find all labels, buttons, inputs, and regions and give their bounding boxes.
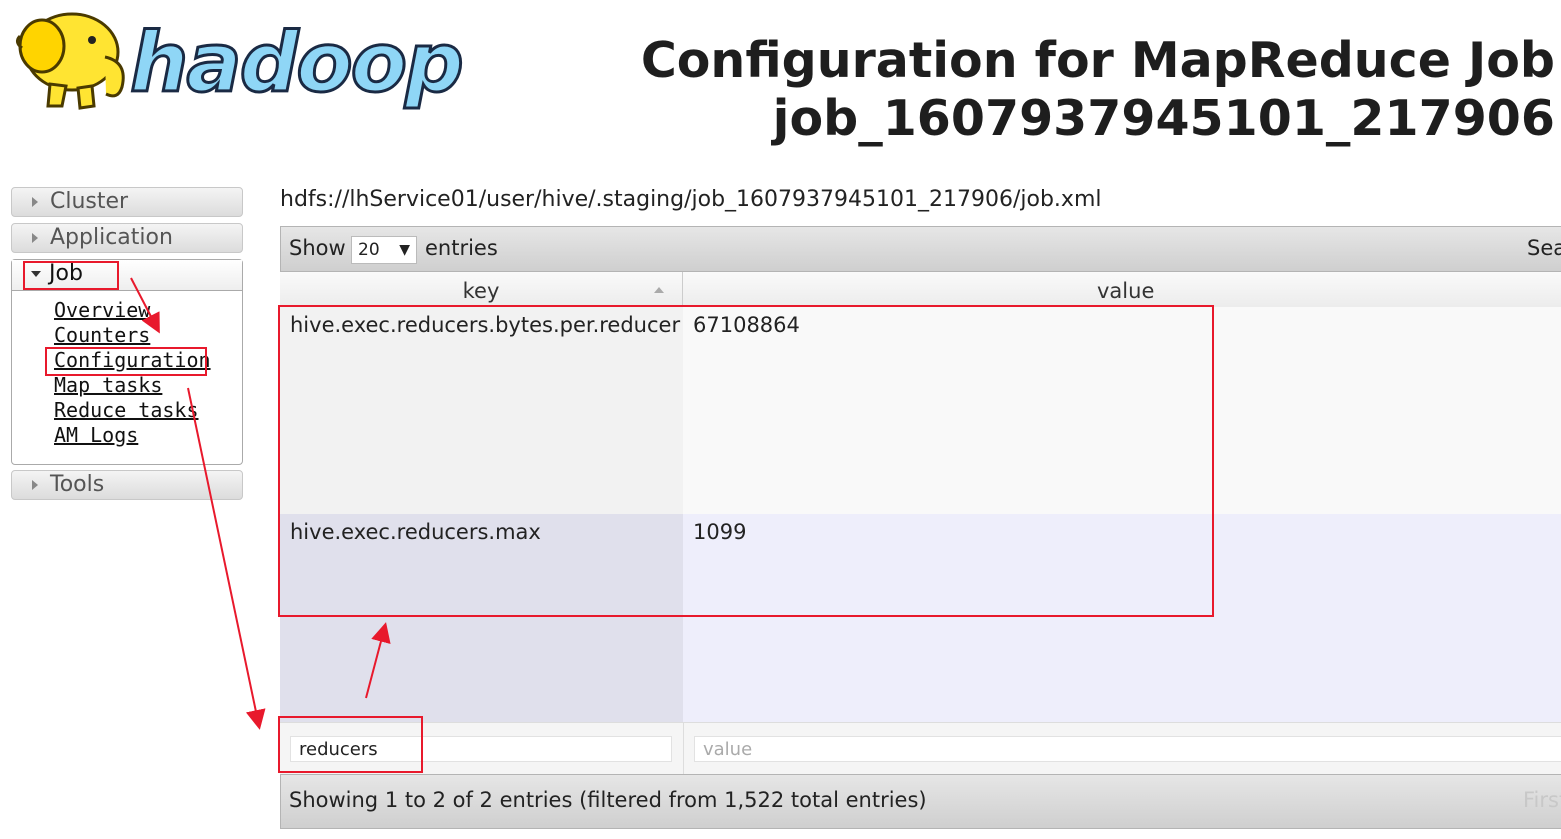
annotation-arrows	[130, 277, 391, 730]
annotation-arrow	[187, 387, 266, 730]
annotation-arrow	[365, 622, 391, 699]
annotation-arrow	[130, 277, 160, 334]
